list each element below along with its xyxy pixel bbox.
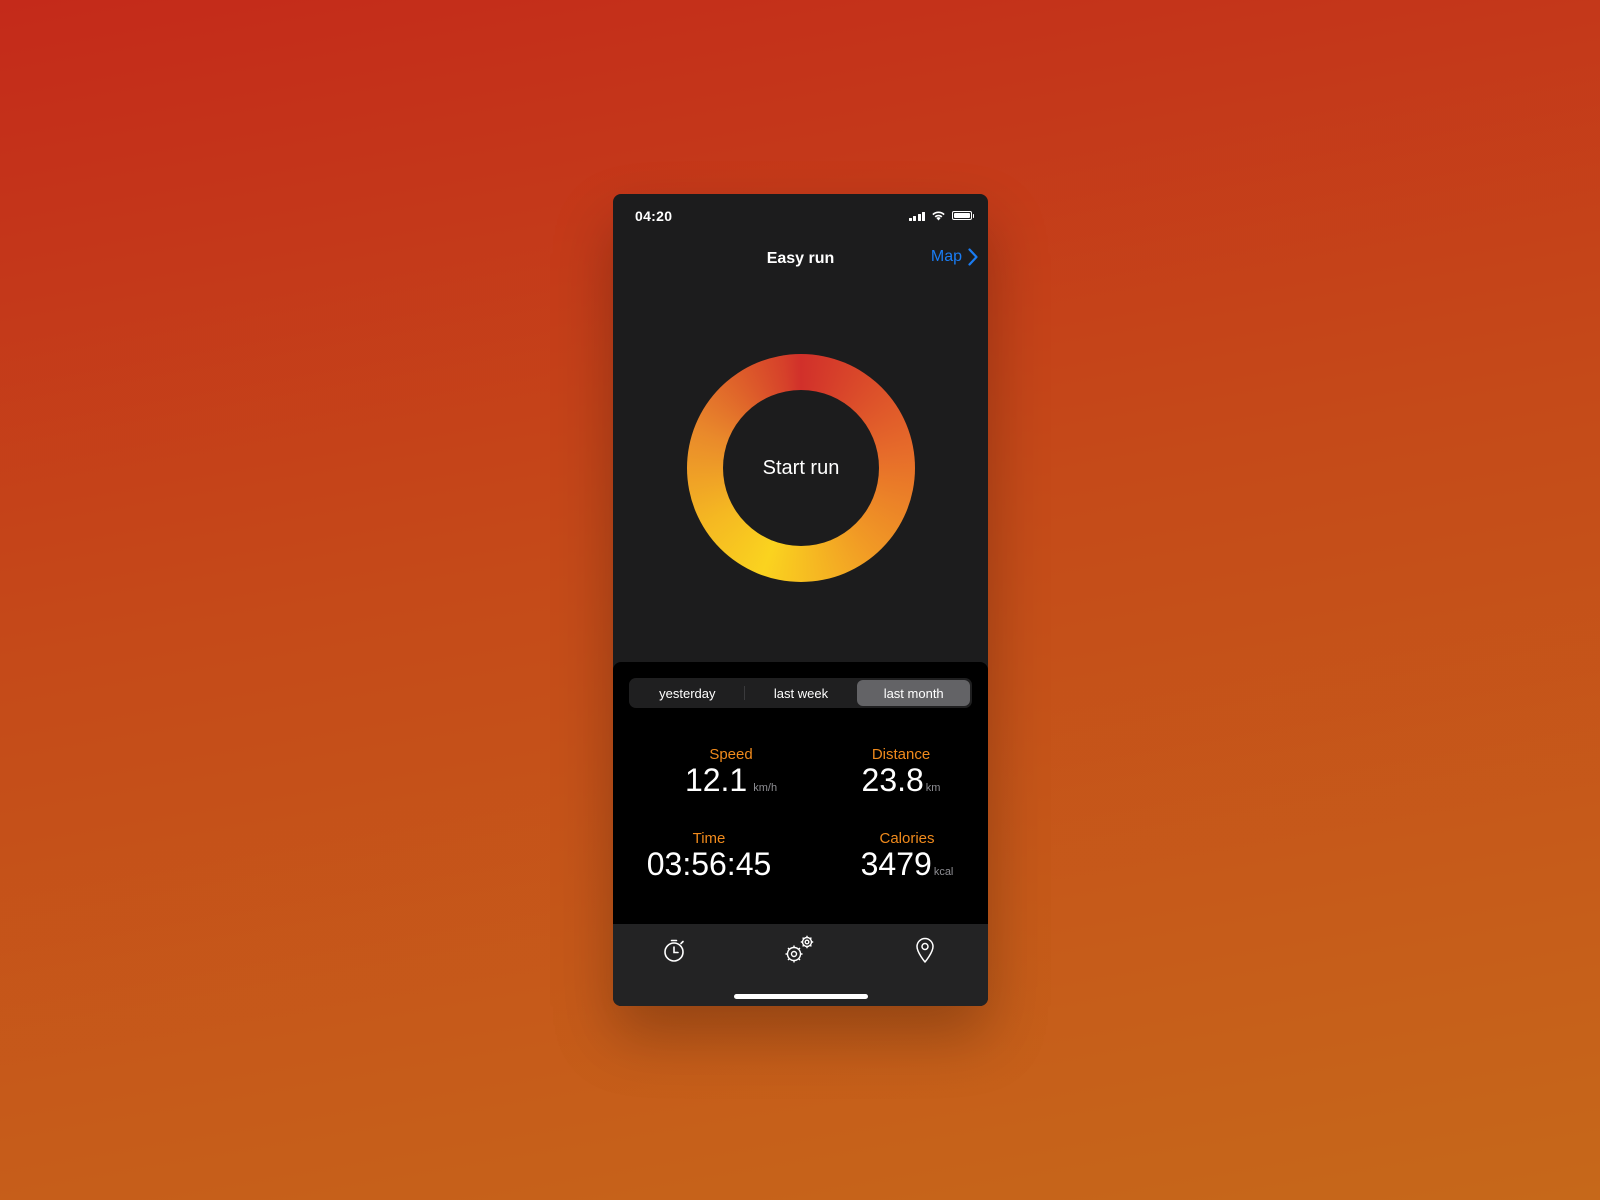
start-run-button[interactable]: Start run — [687, 354, 915, 582]
stat-time: Time 03:56:45 — [629, 830, 789, 881]
stat-speed-unit: km/h — [753, 782, 778, 794]
wifi-icon — [932, 211, 945, 221]
status-bar: 04:20 — [613, 194, 988, 238]
chevron-right-icon — [968, 248, 978, 266]
tab-location[interactable] — [905, 930, 945, 970]
location-pin-icon — [916, 937, 934, 963]
tab-yesterday-label: yesterday — [659, 685, 716, 701]
start-run-label: Start run — [762, 456, 840, 479]
map-button[interactable]: Map — [931, 248, 978, 266]
tab-last-week-label: last week — [773, 685, 829, 701]
tab-last-week[interactable]: last week — [745, 680, 858, 706]
stat-calories-unit: kcal — [933, 866, 954, 878]
stat-calories-label: Calories — [879, 830, 935, 847]
stat-speed: Speed 12.1 km/h — [661, 746, 801, 797]
tab-last-month-label: last month — [883, 685, 944, 701]
tab-bar — [613, 924, 988, 1006]
home-indicator[interactable] — [734, 994, 868, 999]
battery-icon — [952, 211, 974, 220]
stat-distance: Distance 23.8 km — [831, 746, 971, 797]
stat-speed-label: Speed — [709, 746, 753, 763]
tab-settings[interactable] — [780, 930, 820, 970]
status-time: 04:20 — [635, 208, 673, 224]
stat-calories: Calories 3479 kcal — [827, 830, 987, 881]
phone-screen: 04:20 Easy run Map Start run yesterday l… — [613, 194, 988, 1006]
signal-icon — [908, 211, 925, 221]
stat-calories-value: 3479 — [860, 846, 932, 882]
tab-last-month[interactable]: last month — [857, 680, 971, 706]
tab-stopwatch[interactable] — [655, 930, 695, 970]
settings-gears-icon — [785, 935, 814, 963]
stat-distance-value: 23.8 — [861, 762, 924, 798]
status-icons — [908, 210, 974, 221]
start-run-center: Start run — [723, 390, 879, 546]
stat-distance-unit: km — [925, 782, 941, 794]
map-button-label: Map — [930, 248, 962, 265]
tab-yesterday[interactable]: yesterday — [631, 680, 744, 706]
stat-time-label: Time — [692, 830, 726, 847]
stat-speed-value: 12.1 — [684, 762, 748, 798]
stat-time-value: 03:56:45 — [646, 846, 772, 882]
period-segmented-control: yesterday last week last month — [629, 678, 972, 708]
stopwatch-icon — [664, 939, 684, 962]
stats-panel: yesterday last week last month Speed 12.… — [613, 662, 988, 924]
stat-distance-label: Distance — [871, 746, 931, 763]
